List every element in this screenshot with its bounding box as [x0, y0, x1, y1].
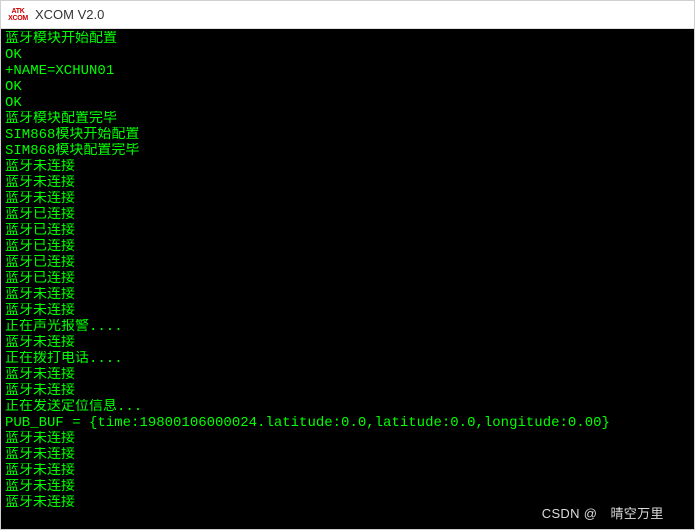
window-title: XCOM V2.0 — [35, 7, 104, 22]
terminal-line: 蓝牙未连接 — [5, 287, 690, 303]
terminal-line: 蓝牙未连接 — [5, 383, 690, 399]
terminal-line: 蓝牙未连接 — [5, 159, 690, 175]
terminal-line: 蓝牙模块开始配置 — [5, 31, 690, 47]
app-icon-text-bottom: XCOM — [8, 15, 28, 22]
terminal-line: 蓝牙未连接 — [5, 495, 690, 511]
terminal-line: 蓝牙未连接 — [5, 303, 690, 319]
terminal-line: 蓝牙未连接 — [5, 447, 690, 463]
terminal-line: PUB_BUF = {time:19800106000024.latitude:… — [5, 415, 690, 431]
app-window: ATK XCOM XCOM V2.0 蓝牙模块开始配置OK+NAME=XCHUN… — [0, 0, 695, 530]
terminal-line: 蓝牙模块配置完毕 — [5, 111, 690, 127]
terminal-line: 蓝牙未连接 — [5, 367, 690, 383]
app-icon: ATK XCOM — [7, 6, 29, 24]
terminal-line: +NAME=XCHUN01 — [5, 63, 690, 79]
terminal-line: 蓝牙已连接 — [5, 207, 690, 223]
terminal-line: 蓝牙已连接 — [5, 255, 690, 271]
terminal-line: 蓝牙已连接 — [5, 271, 690, 287]
terminal-line: 蓝牙已连接 — [5, 239, 690, 255]
terminal-line: 正在发送定位信息... — [5, 399, 690, 415]
terminal-line: 蓝牙已连接 — [5, 223, 690, 239]
titlebar[interactable]: ATK XCOM XCOM V2.0 — [1, 1, 694, 29]
terminal-line: 蓝牙未连接 — [5, 335, 690, 351]
terminal-line: 蓝牙未连接 — [5, 479, 690, 495]
terminal-line: OK — [5, 95, 690, 111]
terminal-line: SIM868模块配置完毕 — [5, 143, 690, 159]
terminal-line: 蓝牙未连接 — [5, 431, 690, 447]
terminal-line: OK — [5, 79, 690, 95]
terminal-line: 蓝牙未连接 — [5, 175, 690, 191]
terminal-line: 蓝牙未连接 — [5, 463, 690, 479]
terminal-line: 蓝牙未连接 — [5, 191, 690, 207]
terminal-line: SIM868模块开始配置 — [5, 127, 690, 143]
terminal-line: OK — [5, 47, 690, 63]
app-icon-text-top: ATK — [12, 8, 25, 15]
terminal-line: 正在声光报警.... — [5, 319, 690, 335]
terminal-line: 正在拨打电话.... — [5, 351, 690, 367]
terminal-output[interactable]: 蓝牙模块开始配置OK+NAME=XCHUN01OKOK蓝牙模块配置完毕SIM86… — [1, 29, 694, 529]
